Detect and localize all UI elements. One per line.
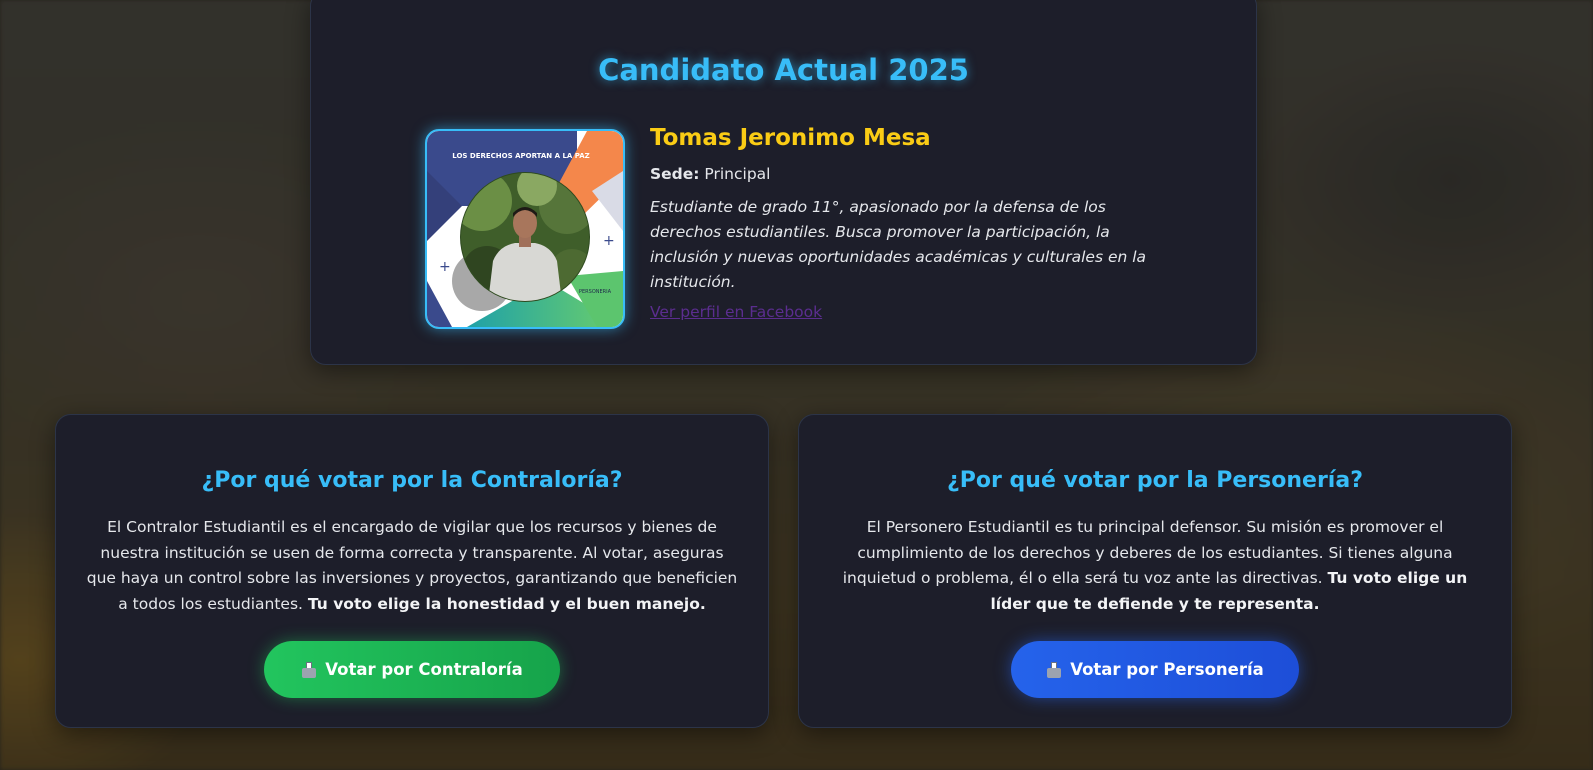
candidate-sede: Sede: Principal xyxy=(650,165,1150,183)
ballot-box-icon xyxy=(1046,661,1062,678)
candidate-photo: + + LOS DERECHOS APORTAN A LA PAZ PERSON… xyxy=(425,129,625,329)
current-candidate-title: Candidato Actual 2025 xyxy=(598,53,969,87)
current-candidate-card: Candidato Actual 2025 + + LOS DERECHOS A… xyxy=(310,0,1257,365)
poster-headline: LOS DERECHOS APORTAN A LA PAZ xyxy=(452,152,590,160)
candidate-bio: Estudiante de grado 11°, apasionado por … xyxy=(650,198,1147,291)
ballot-box-icon xyxy=(301,661,317,678)
contraloria-emphasis: Tu voto elige la honestidad y el buen ma… xyxy=(307,594,706,613)
candidate-info: Tomas Jeronimo Mesa Sede: Principal Estu… xyxy=(650,125,1150,321)
svg-text:+: + xyxy=(439,259,451,275)
vote-contraloria-button[interactable]: Votar por Contraloría xyxy=(264,641,560,698)
contraloria-description: El Contralor Estudiantil es el encargado… xyxy=(86,515,738,617)
facebook-profile-link[interactable]: Ver perfil en Facebook xyxy=(650,303,822,321)
vote-personeria-button[interactable]: Votar por Personería xyxy=(1011,641,1299,698)
candidate-poster-graphic: + + LOS DERECHOS APORTAN A LA PAZ PERSON… xyxy=(427,131,623,327)
vote-contraloria-label: Votar por Contraloría xyxy=(325,660,523,679)
sede-label: Sede: xyxy=(650,165,700,183)
contraloria-title: ¿Por qué votar por la Contraloría? xyxy=(201,468,623,493)
svg-text:+: + xyxy=(603,233,615,249)
vote-personeria-label: Votar por Personería xyxy=(1070,660,1264,679)
personeria-card: ¿Por qué votar por la Personería? El Per… xyxy=(798,414,1512,728)
candidate-name: Tomas Jeronimo Mesa xyxy=(650,125,931,151)
contraloria-card: ¿Por qué votar por la Contraloría? El Co… xyxy=(55,414,769,728)
sede-value: Principal xyxy=(704,165,771,183)
poster-footer-text: PERSONERIA xyxy=(579,289,612,295)
personeria-title: ¿Por qué votar por la Personería? xyxy=(947,468,1363,493)
personeria-description: El Personero Estudiantil es tu principal… xyxy=(829,515,1481,617)
